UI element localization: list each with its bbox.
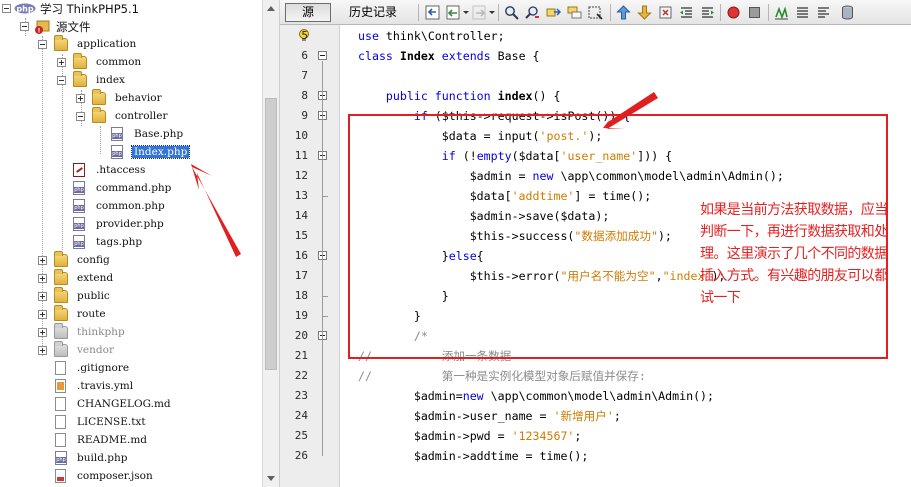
- annotation-note: 如果是当前方法获取数据，应当判断一下，再进行数据获取和处理。这里演示了几个不同的…: [700, 202, 888, 306]
- arrow-to-if-statement: [603, 92, 658, 129]
- arrow-to-index-php: [191, 164, 241, 257]
